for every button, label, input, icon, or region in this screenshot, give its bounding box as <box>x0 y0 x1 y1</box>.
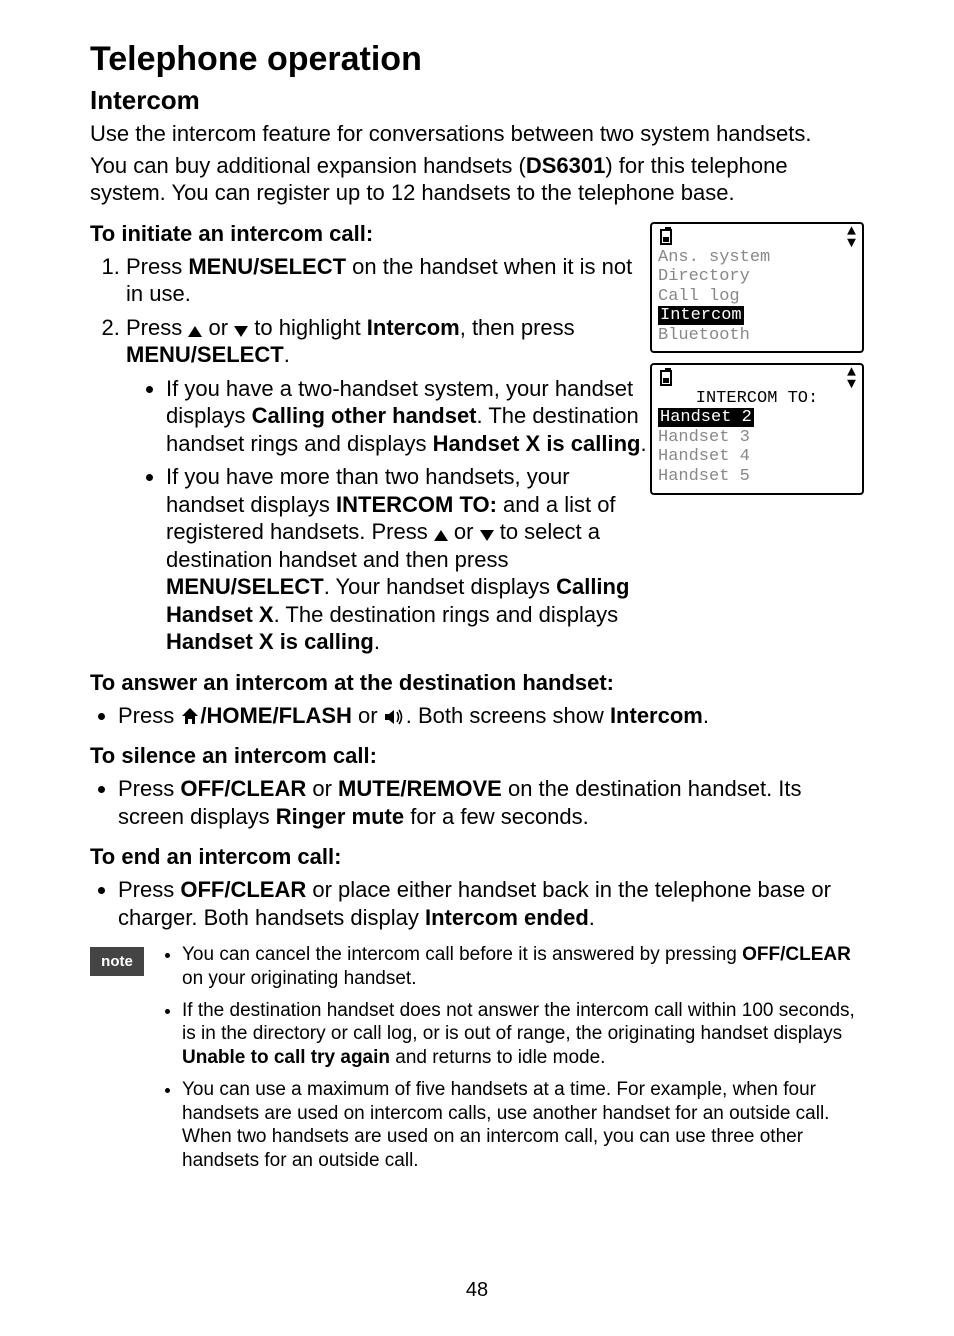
lcd-line: Bluetooth <box>658 326 856 346</box>
page-number: 48 <box>0 1279 954 1302</box>
arrow-down-icon <box>480 530 494 541</box>
lcd-line: Handset 5 <box>658 467 856 487</box>
lcd-screen-intercom-to: ▲▼ INTERCOM TO: Handset 2 Handset 3 Hand… <box>650 363 864 494</box>
step-1: Press MENU/SELECT on the handset when it… <box>126 253 650 308</box>
arrow-up-icon <box>188 326 202 337</box>
lcd-line: Handset 3 <box>658 428 856 448</box>
step-2-bullet-2: If you have more than two handsets, your… <box>166 463 650 656</box>
heading-end: To end an intercom call: <box>90 844 864 870</box>
heading-answer: To answer an intercom at the destination… <box>90 670 864 696</box>
note-item-2: If the destination handset does not answ… <box>182 999 864 1070</box>
lcd-title: INTERCOM TO: <box>658 389 856 409</box>
battery-icon <box>660 229 672 245</box>
intro-paragraph-2: You can buy additional expansion handset… <box>90 152 864 207</box>
lcd-line-selected: Handset 2 <box>658 408 754 427</box>
speaker-icon <box>384 708 406 726</box>
note-item-1: You can cancel the intercom call before … <box>182 943 864 991</box>
lcd-line: Ans. system <box>658 248 856 268</box>
step-2-bullet-1: If you have a two-handset system, your h… <box>166 375 650 458</box>
lcd-line-selected: Intercom <box>658 306 744 325</box>
arrow-up-icon <box>434 530 448 541</box>
answer-bullet: Press /HOME/FLASH or . Both screens show… <box>118 702 864 730</box>
lcd-screen-menu: ▲▼ Ans. system Directory Call log Interc… <box>650 222 864 353</box>
arrow-down-icon <box>234 326 248 337</box>
step-2: Press or to highlight Intercom, then pre… <box>126 314 650 656</box>
note-badge: note <box>90 947 144 976</box>
note-block: note You can cancel the intercom call be… <box>90 943 864 1181</box>
heading-silence: To silence an intercom call: <box>90 743 864 769</box>
page-title: Telephone operation <box>90 40 864 79</box>
note-item-3: You can use a maximum of five handsets a… <box>182 1078 864 1173</box>
lcd-line: Directory <box>658 267 856 287</box>
home-icon <box>180 707 200 725</box>
section-heading-intercom: Intercom <box>90 85 864 116</box>
intro-paragraph-1: Use the intercom feature for conversatio… <box>90 120 864 148</box>
heading-initiate: To initiate an intercom call: <box>90 221 650 247</box>
lcd-line: Call log <box>658 287 856 307</box>
initiate-steps: Press MENU/SELECT on the handset when it… <box>90 253 650 656</box>
model-number: DS6301 <box>526 153 606 178</box>
battery-icon <box>660 370 672 386</box>
scroll-arrows-icon: ▲▼ <box>847 367 856 391</box>
scroll-arrows-icon: ▲▼ <box>847 226 856 250</box>
lcd-line: Handset 4 <box>658 447 856 467</box>
end-bullet: Press OFF/CLEAR or place either handset … <box>118 876 864 931</box>
silence-bullet: Press OFF/CLEAR or MUTE/REMOVE on the de… <box>118 775 864 830</box>
